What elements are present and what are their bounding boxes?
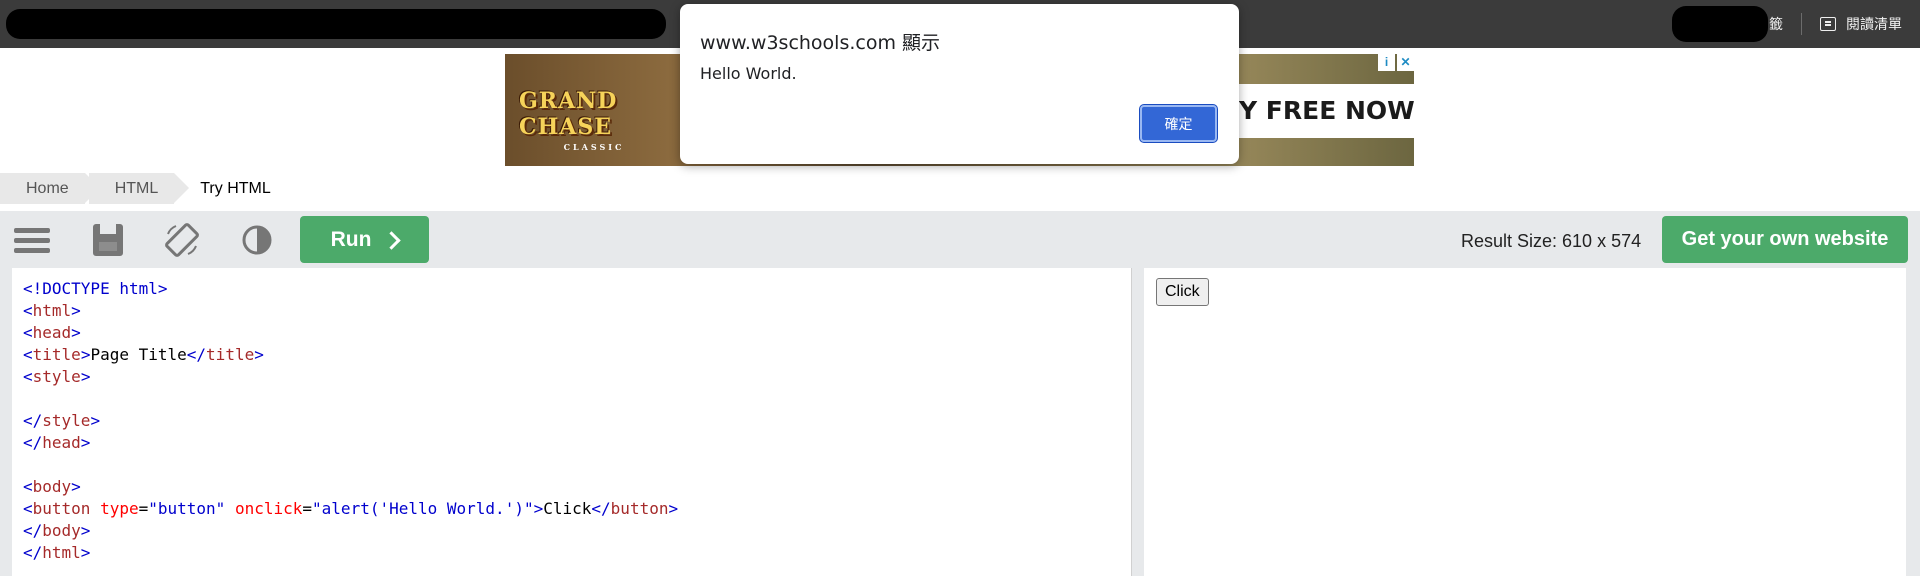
toolbar-separator	[1801, 13, 1802, 35]
code-line: </head>	[23, 433, 91, 452]
code-tag: html	[42, 543, 81, 562]
code-tag: head	[32, 323, 72, 342]
code-tag: style	[32, 367, 81, 386]
bookmark-label[interactable]: 籤	[1769, 14, 1783, 34]
code-tag: button	[610, 499, 669, 518]
run-button[interactable]: Run	[300, 216, 429, 263]
code-doctype: <!DOCTYPE html>	[23, 279, 168, 298]
code-text: Click	[543, 499, 592, 518]
code-tag: html	[32, 301, 72, 320]
reading-list-label[interactable]: 閱讀清單	[1846, 14, 1902, 34]
code-line: </body>	[23, 521, 91, 540]
code-line: <!DOCTYPE html>	[23, 278, 1131, 300]
contrast-icon[interactable]	[239, 222, 275, 256]
ad-logo: GRAND CHASE CLASSIC	[519, 88, 669, 152]
code-line: </style>	[23, 411, 101, 430]
editor-panels: <!DOCTYPE html> <html> <head> <title>Pag…	[0, 268, 1920, 576]
reading-list-icon[interactable]	[1820, 17, 1836, 31]
ad-close-icon[interactable]: ✕	[1397, 54, 1414, 71]
code-attr: onclick	[234, 499, 303, 518]
code-line: </html>	[23, 543, 91, 562]
breadcrumb-home[interactable]: Home	[0, 173, 100, 204]
code-tag: body	[32, 477, 72, 496]
code-line: <button type="button" onclick="alert('He…	[23, 499, 679, 518]
code-line: <html>	[23, 301, 81, 320]
menu-icon[interactable]	[14, 223, 50, 257]
editor-toolbar: Run Result Size: 610 x 574 Get your own …	[0, 211, 1920, 268]
code-text: Page Title	[90, 345, 187, 364]
redacted-region	[6, 9, 666, 39]
breadcrumb-current: Try HTML	[200, 180, 271, 197]
get-own-website-button[interactable]: Get your own website	[1662, 216, 1908, 263]
result-size: Result Size: 610 x 574	[1461, 231, 1642, 251]
panel-drag-divider[interactable]	[1132, 268, 1144, 576]
code-line: <style>	[23, 367, 91, 386]
code-editor[interactable]: <!DOCTYPE html> <html> <head> <title>Pag…	[12, 268, 1132, 576]
ad-cta-text[interactable]: Y FREE NOW	[1225, 84, 1414, 138]
alert-dialog: www.w3schools.com 顯示 Hello World. 確定	[680, 4, 1239, 164]
code-tag: title	[32, 345, 81, 364]
dialog-origin: www.w3schools.com 顯示	[700, 32, 941, 54]
code-line: <title>Page Title</title>	[23, 345, 264, 364]
code-tag: body	[42, 521, 81, 540]
code-attr: type	[100, 499, 139, 518]
ad-info-icon[interactable]: i	[1378, 54, 1395, 71]
breadcrumb: Home HTML Try HTML	[0, 173, 291, 204]
code-attr-value: "button"	[148, 499, 226, 518]
code-tag: button	[32, 499, 91, 518]
redacted-region	[1672, 6, 1768, 42]
dialog-message: Hello World.	[700, 64, 797, 83]
code-line: <body>	[23, 477, 81, 496]
rotate-icon[interactable]	[164, 222, 200, 257]
ad-logo-text: GRAND CHASE	[519, 88, 618, 140]
code-attr-value: "alert('Hello World.')"	[312, 499, 534, 518]
code-tag: style	[42, 411, 91, 430]
code-tag: title	[206, 345, 255, 364]
result-click-button[interactable]: Click	[1156, 278, 1209, 306]
result-panel: Click	[1144, 268, 1906, 576]
ad-logo-subtext: CLASSIC	[563, 142, 625, 152]
ad-badges: i ✕	[1378, 54, 1414, 71]
browser-toolbar-right: 籤 閱讀清單	[1769, 0, 1902, 48]
breadcrumb-html[interactable]: HTML	[88, 173, 189, 204]
code-line: <head>	[23, 323, 81, 342]
chevron-right-icon	[382, 230, 402, 250]
save-icon[interactable]	[93, 224, 123, 256]
run-button-label: Run	[330, 227, 372, 251]
dialog-ok-button[interactable]: 確定	[1140, 105, 1217, 142]
code-tag: head	[42, 433, 81, 452]
